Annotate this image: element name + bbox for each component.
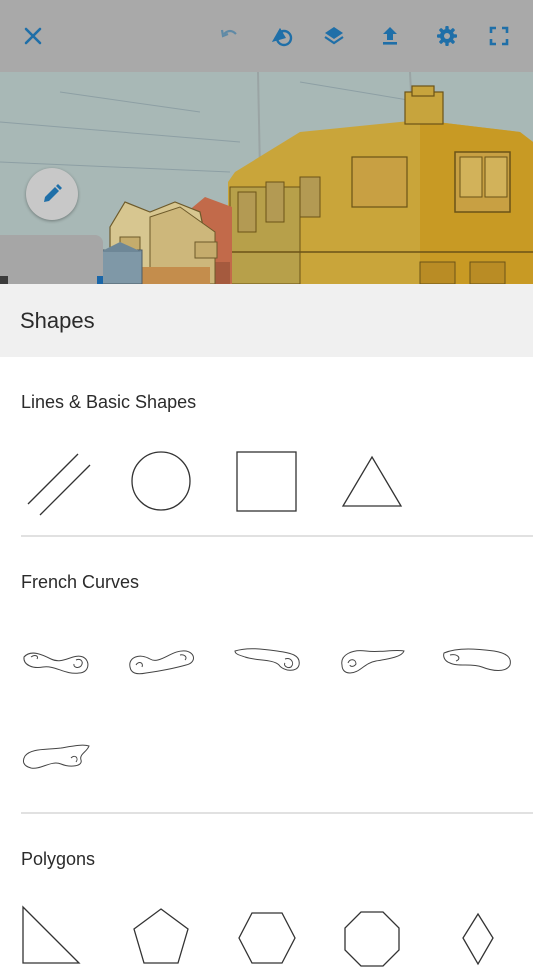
octagon-icon (344, 911, 400, 967)
triangle-icon (341, 455, 403, 507)
draw-tool-button[interactable] (26, 168, 78, 220)
shape-french-curve-5[interactable] (442, 645, 514, 675)
section-divider (21, 535, 533, 537)
layer-panel-tab[interactable] (0, 235, 103, 284)
french-curve-1-icon (23, 652, 89, 674)
french-curve-6-icon (22, 744, 90, 769)
pencil-icon (44, 184, 62, 202)
hexagon-icon (238, 912, 296, 964)
shape-hexagon[interactable] (237, 911, 297, 965)
layers-button[interactable] (316, 18, 352, 54)
square-icon (236, 451, 297, 512)
right-triangle-icon (22, 905, 81, 964)
panel-title: Shapes (20, 308, 95, 333)
export-button[interactable] (372, 18, 408, 54)
shape-right-triangle[interactable] (21, 905, 81, 965)
gear-icon (437, 26, 457, 46)
shapes-tool-button[interactable] (264, 18, 300, 54)
panel-header: Shapes (0, 284, 533, 357)
tab-marker-right (97, 276, 103, 284)
shape-octagon[interactable] (343, 910, 401, 968)
shape-french-curve-4[interactable] (338, 645, 408, 675)
layers-icon (324, 27, 344, 45)
section-title-french-curves: French Curves (21, 572, 140, 592)
shape-circle[interactable] (130, 450, 192, 512)
tab-marker-left (0, 276, 8, 284)
diamond-icon (462, 912, 494, 966)
parallel-lines-icon (27, 453, 91, 516)
close-button[interactable] (15, 18, 51, 54)
shape-french-curve-2[interactable] (126, 645, 196, 677)
close-icon (24, 27, 42, 45)
shape-french-curve-1[interactable] (21, 645, 91, 677)
settings-button[interactable] (429, 18, 465, 54)
section-title-polygons: Polygons (21, 849, 96, 869)
upload-icon (383, 27, 397, 45)
shape-french-curve-3[interactable] (233, 645, 303, 675)
shapes-tool-icon (272, 28, 293, 47)
top-toolbar (0, 0, 533, 72)
shape-pentagon[interactable] (131, 907, 191, 967)
shape-square[interactable] (236, 451, 297, 512)
shape-triangle[interactable] (341, 455, 403, 509)
undo-button[interactable] (212, 18, 248, 54)
shape-diamond[interactable] (461, 912, 495, 972)
shape-parallel-lines[interactable] (26, 450, 92, 518)
pentagon-icon (133, 908, 189, 964)
french-curve-5-icon (443, 648, 511, 671)
french-curve-2-icon (129, 650, 194, 675)
shape-french-curve-6[interactable] (21, 742, 91, 772)
fullscreen-button[interactable] (481, 18, 517, 54)
french-curve-3-icon (234, 648, 300, 671)
fullscreen-icon (489, 26, 509, 46)
undo-icon (220, 29, 237, 38)
section-title-lines-basic: Lines & Basic Shapes (21, 392, 197, 412)
section-divider (21, 812, 533, 814)
circle-icon (131, 451, 191, 511)
french-curve-4-icon (341, 649, 405, 674)
